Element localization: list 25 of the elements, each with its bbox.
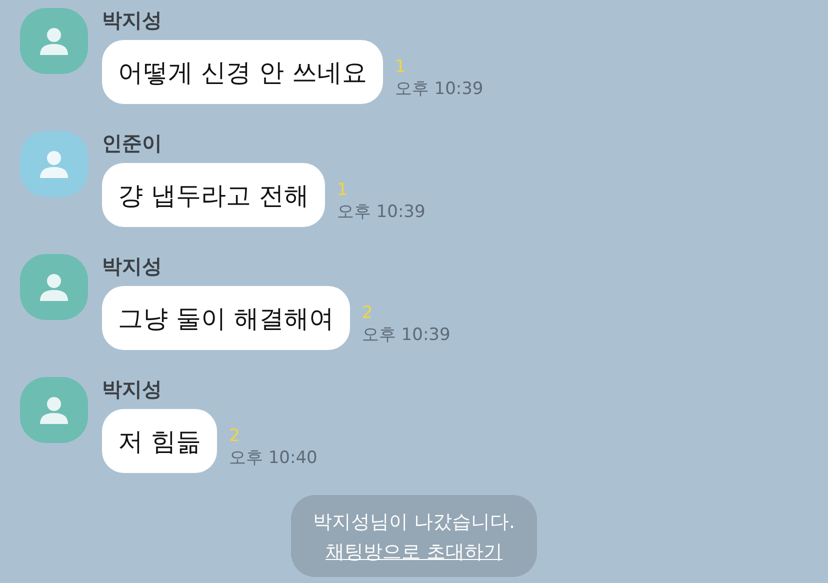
avatar[interactable] — [20, 377, 88, 443]
message-time: 오후 10:39 — [394, 78, 484, 100]
message-bubble[interactable]: 어떻게 신경 안 쓰네요 — [102, 40, 383, 104]
message-bubble[interactable]: 저 힘듦 — [102, 409, 217, 473]
sender-name: 박지성 — [102, 8, 163, 34]
message-bubble[interactable]: 그냥 둘이 해결해여 — [102, 286, 350, 350]
sender-name: 박지성 — [102, 377, 163, 403]
person-icon — [39, 150, 69, 178]
unread-count: 2 — [228, 425, 240, 447]
message-time: 오후 10:39 — [336, 201, 426, 223]
unread-count: 1 — [336, 179, 348, 201]
notice-text: 박지성님이 나갔습니다. — [312, 510, 516, 535]
message-time: 오후 10:39 — [362, 324, 450, 346]
sender-name: 박지성 — [102, 254, 163, 280]
unread-count: 1 — [394, 56, 406, 78]
message-time: 오후 10:40 — [228, 447, 318, 469]
sender-name: 인준이 — [102, 131, 163, 157]
person-icon — [39, 273, 69, 301]
avatar[interactable] — [20, 254, 88, 320]
message-bubble[interactable]: 걍 냅두라고 전해 — [102, 163, 325, 227]
person-icon — [39, 27, 69, 55]
unread-count: 2 — [362, 302, 373, 324]
avatar[interactable] — [20, 8, 88, 74]
person-icon — [39, 396, 69, 424]
avatar[interactable] — [20, 131, 88, 197]
